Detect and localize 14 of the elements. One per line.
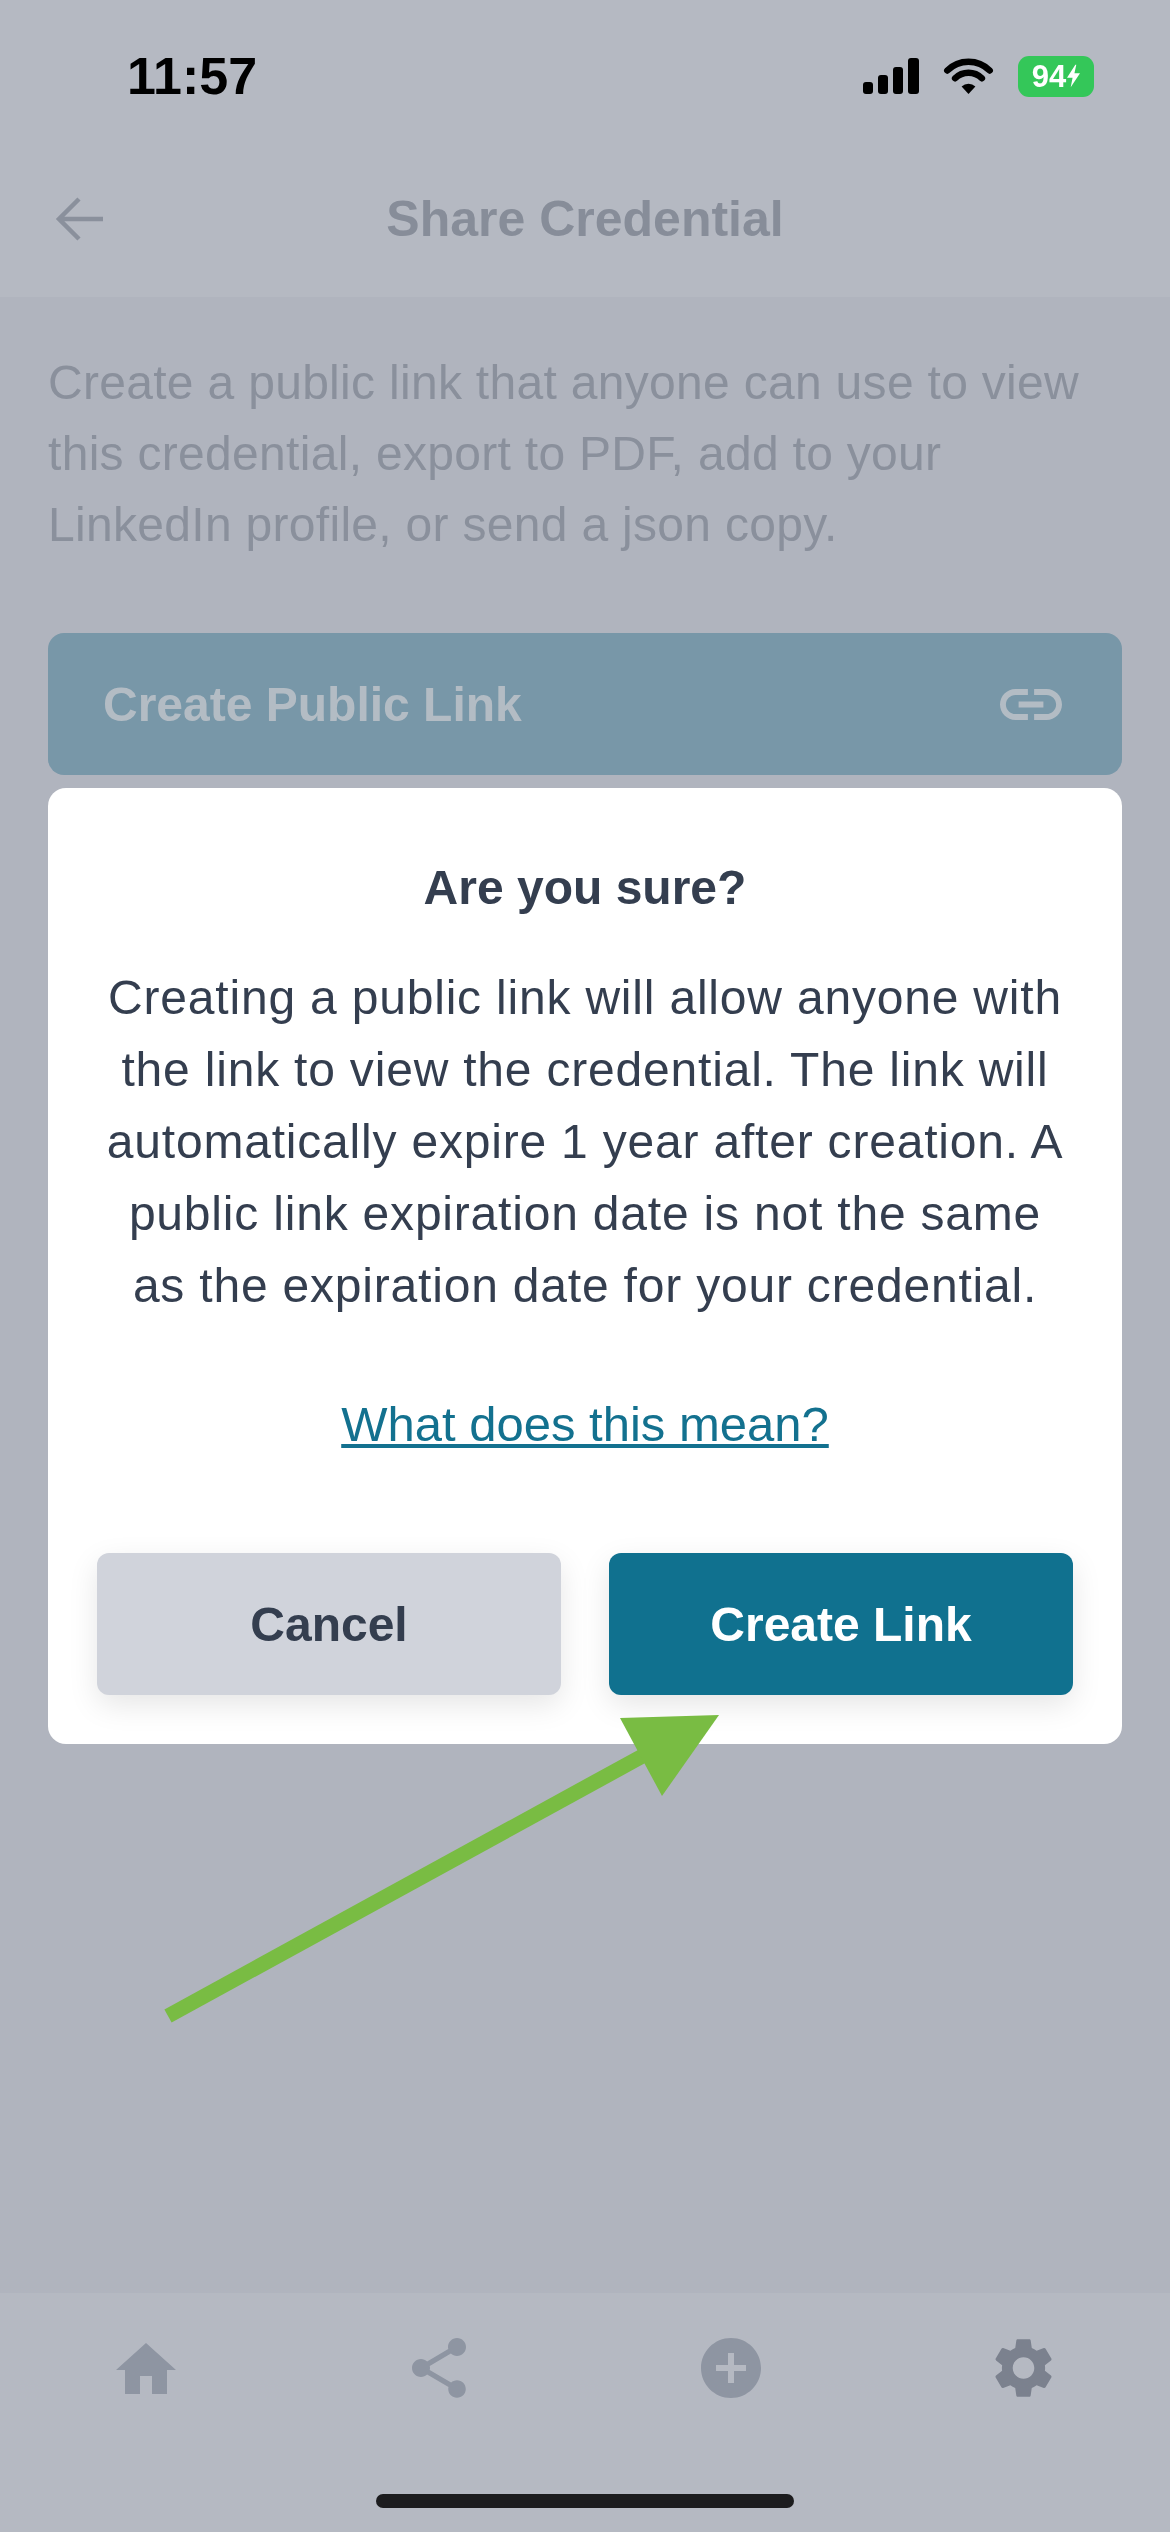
battery-percentage: 94 bbox=[1031, 60, 1067, 92]
share-icon[interactable] bbox=[411, 2338, 466, 2398]
dialog-message: Creating a public link will allow anyone with the link to view the credential. The link will automatically expire 1 year after creation. A public link expiration date is not the same as the expiration date for your credential. bbox=[105, 970, 1065, 1314]
wifi-icon bbox=[943, 57, 994, 95]
back-arrow-icon[interactable] bbox=[55, 195, 105, 242]
status-time: 11:57 bbox=[127, 50, 258, 102]
create-link-button[interactable]: Create Link bbox=[609, 1553, 1073, 1695]
signal-icon bbox=[863, 58, 919, 94]
cancel-button[interactable]: Cancel bbox=[97, 1553, 561, 1695]
help-link[interactable]: What does this mean? bbox=[341, 1394, 829, 1454]
home-icon[interactable] bbox=[116, 2342, 177, 2394]
dialog-title: Are you sure? bbox=[423, 860, 747, 916]
link-icon bbox=[1000, 688, 1062, 720]
settings-icon[interactable] bbox=[995, 2338, 1053, 2398]
